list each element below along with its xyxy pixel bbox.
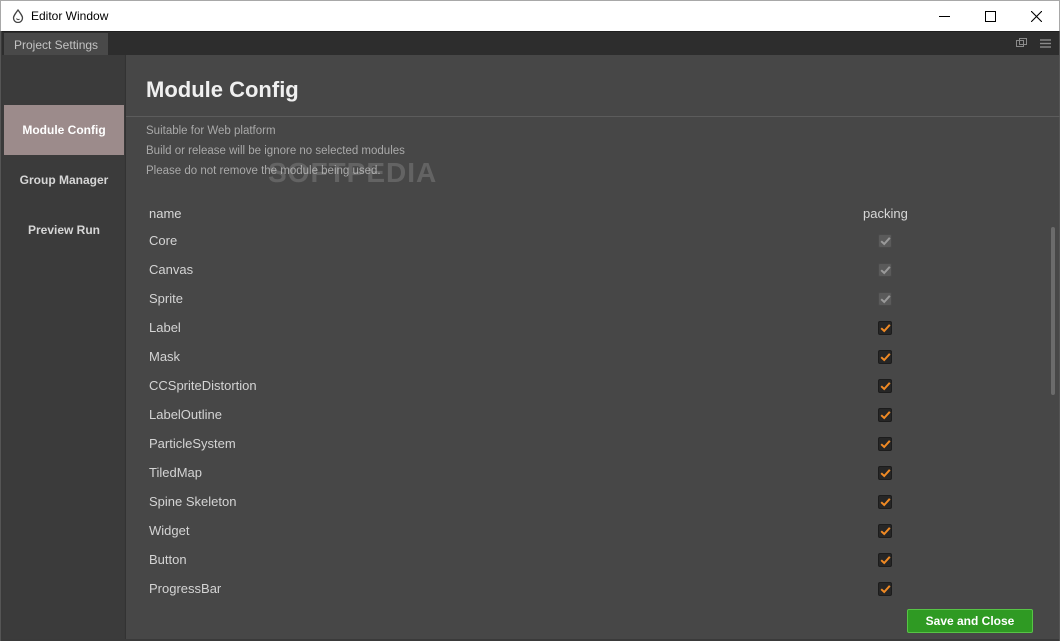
module-name: ProgressBar	[149, 581, 222, 596]
table-row: Spine Skeleton	[126, 488, 1026, 517]
packing-checkbox[interactable]	[878, 321, 892, 335]
module-name: Sprite	[149, 291, 183, 306]
table-row: Core	[126, 227, 1026, 256]
module-name: Canvas	[149, 262, 194, 277]
maximize-icon	[984, 10, 996, 22]
sidebar-item-module-config[interactable]: Module Config	[4, 105, 124, 155]
checkmark-icon	[880, 324, 891, 333]
table-row: Button	[126, 546, 1026, 575]
maximize-button[interactable]	[967, 1, 1013, 31]
description-line: Build or release will be ignore no selec…	[146, 145, 405, 157]
checkmark-icon	[880, 498, 891, 507]
column-header-packing: packing	[863, 206, 908, 221]
checkmark-icon	[880, 556, 891, 565]
packing-checkbox[interactable]	[878, 466, 892, 480]
title-divider	[126, 116, 1060, 117]
softpedia-watermark: SOFTPEDIA	[268, 157, 438, 188]
module-name: Widget	[149, 523, 190, 538]
packing-checkbox	[878, 292, 892, 306]
checkmark-icon	[880, 527, 891, 536]
close-button[interactable]	[1013, 1, 1059, 31]
packing-checkbox[interactable]	[878, 553, 892, 567]
sidebar-item-group-manager[interactable]: Group Manager	[4, 155, 124, 205]
module-name: Button	[149, 552, 187, 567]
module-name: Spine Skeleton	[149, 494, 237, 509]
checkmark-icon	[880, 411, 891, 420]
scrollbar-thumb[interactable]	[1051, 227, 1055, 395]
description-line: Suitable for Web platform	[146, 125, 276, 137]
page-title: Module Config	[146, 77, 299, 102]
module-name: Core	[149, 233, 178, 248]
table-row: TiledMap	[126, 459, 1026, 488]
checkmark-icon	[880, 440, 891, 449]
packing-checkbox[interactable]	[878, 495, 892, 509]
table-row: Sprite	[126, 285, 1026, 314]
table-row: ProgressBar	[126, 575, 1026, 604]
panel-tabbar: Project Settings	[2, 31, 1059, 56]
packing-checkbox[interactable]	[878, 379, 892, 393]
module-name: LabelOutline	[149, 407, 222, 422]
table-row: ParticleSystem	[126, 430, 1026, 459]
checkmark-icon	[880, 382, 891, 391]
module-name: ParticleSystem	[149, 436, 236, 451]
checkmark-icon	[880, 585, 891, 594]
minimize-button[interactable]	[921, 1, 967, 31]
module-name: Label	[149, 320, 181, 335]
editor-frame: Project Settings Module Config Group Man…	[0, 31, 1060, 641]
window-title: Editor Window	[31, 9, 109, 23]
packing-checkbox[interactable]	[878, 524, 892, 538]
table-row: LabelOutline	[126, 401, 1026, 430]
packing-checkbox[interactable]	[878, 408, 892, 422]
window-titlebar: Editor Window	[0, 0, 1060, 31]
table-row: CCSpriteDistortion	[126, 372, 1026, 401]
module-config-panel: Module Config Suitable for Web platform …	[125, 55, 1060, 639]
sidebar-item-preview-run[interactable]: Preview Run	[4, 205, 124, 255]
table-row: Widget	[126, 517, 1026, 546]
checkmark-icon	[880, 266, 891, 275]
packing-checkbox[interactable]	[878, 350, 892, 364]
checkmark-icon	[880, 295, 891, 304]
table-row: Canvas	[126, 256, 1026, 285]
table-row: Mask	[126, 343, 1026, 372]
tab-project-settings[interactable]: Project Settings	[4, 33, 108, 56]
checkmark-icon	[880, 469, 891, 478]
module-name: TiledMap	[149, 465, 202, 480]
packing-checkbox	[878, 263, 892, 277]
menu-icon[interactable]	[1039, 37, 1051, 49]
packing-checkbox	[878, 234, 892, 248]
packing-checkbox[interactable]	[878, 437, 892, 451]
table-row: Label	[126, 314, 1026, 343]
module-name: CCSpriteDistortion	[149, 378, 257, 393]
save-and-close-button[interactable]: Save and Close	[907, 609, 1033, 633]
column-header-name: name	[149, 206, 182, 221]
settings-sidebar: Module Config Group Manager Preview Run	[3, 55, 124, 639]
app-logo-icon	[10, 8, 26, 24]
module-name: Mask	[149, 349, 181, 364]
close-icon	[1030, 10, 1042, 22]
minimize-icon	[938, 15, 950, 17]
packing-checkbox[interactable]	[878, 582, 892, 596]
checkmark-icon	[880, 353, 891, 362]
restore-panel-icon[interactable]	[1015, 37, 1027, 49]
checkmark-icon	[880, 237, 891, 246]
